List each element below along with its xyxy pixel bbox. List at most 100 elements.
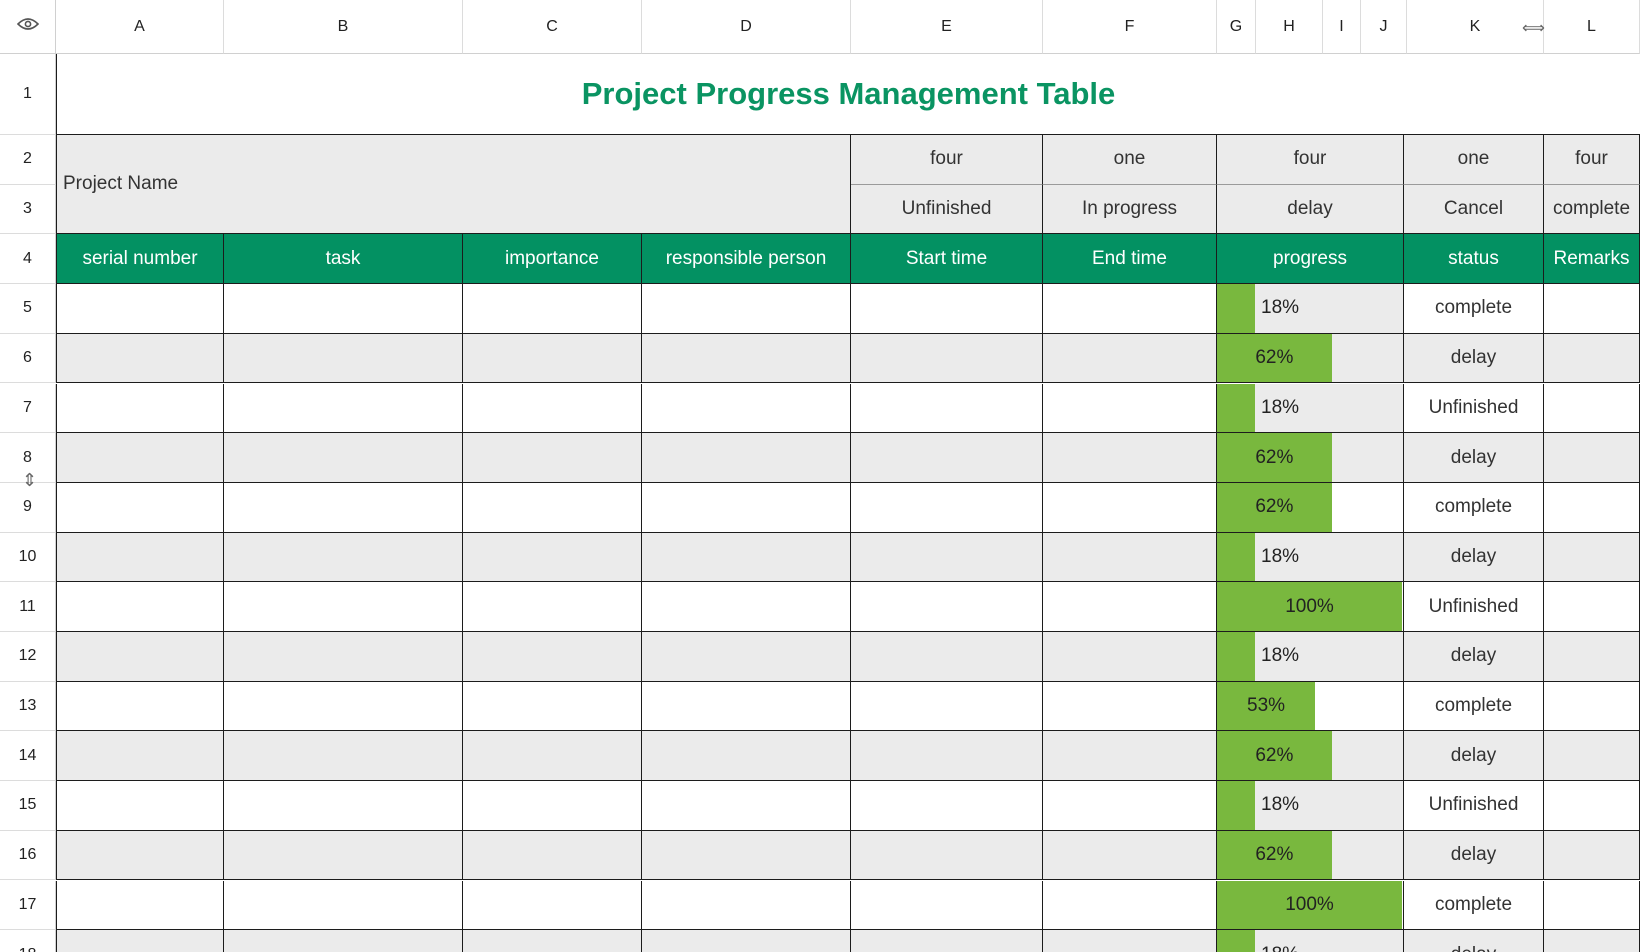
summary-label-cell[interactable]: In progress bbox=[1043, 184, 1217, 235]
status-cell[interactable]: Unfinished bbox=[1404, 383, 1544, 434]
task-cell[interactable] bbox=[224, 482, 463, 533]
serial-number-cell[interactable] bbox=[56, 482, 224, 533]
progress-cell[interactable]: 53% bbox=[1217, 681, 1404, 732]
progress-cell[interactable]: 62% bbox=[1217, 482, 1404, 533]
task-cell[interactable] bbox=[224, 532, 463, 583]
progress-cell[interactable]: 18% bbox=[1217, 383, 1404, 434]
summary-count-cell[interactable]: four bbox=[1544, 135, 1640, 185]
responsible-person-cell[interactable] bbox=[642, 482, 851, 533]
importance-cell[interactable] bbox=[463, 532, 642, 583]
status-cell[interactable]: complete bbox=[1404, 880, 1544, 931]
serial-number-cell[interactable] bbox=[56, 880, 224, 931]
remarks-cell[interactable] bbox=[1544, 532, 1640, 583]
end-time-cell[interactable] bbox=[1043, 930, 1217, 952]
column-title-cell[interactable]: Remarks bbox=[1544, 234, 1640, 285]
end-time-cell[interactable] bbox=[1043, 880, 1217, 931]
end-time-cell[interactable] bbox=[1043, 781, 1217, 831]
remarks-cell[interactable] bbox=[1544, 880, 1640, 931]
summary-count-cell[interactable]: four bbox=[851, 135, 1043, 185]
responsible-person-cell[interactable] bbox=[642, 632, 851, 682]
end-time-cell[interactable] bbox=[1043, 383, 1217, 434]
column-header-d[interactable]: D bbox=[642, 0, 851, 54]
serial-number-cell[interactable] bbox=[56, 681, 224, 732]
row-header-4[interactable]: 4 bbox=[0, 234, 56, 285]
task-cell[interactable] bbox=[224, 781, 463, 831]
status-cell[interactable]: delay bbox=[1404, 930, 1544, 952]
summary-label-cell[interactable]: delay bbox=[1217, 184, 1404, 235]
remarks-cell[interactable] bbox=[1544, 433, 1640, 483]
task-cell[interactable] bbox=[224, 830, 463, 881]
task-cell[interactable] bbox=[224, 930, 463, 952]
importance-cell[interactable] bbox=[463, 731, 642, 782]
end-time-cell[interactable] bbox=[1043, 433, 1217, 483]
task-cell[interactable] bbox=[224, 731, 463, 782]
start-time-cell[interactable] bbox=[851, 482, 1043, 533]
remarks-cell[interactable] bbox=[1544, 731, 1640, 782]
summary-count-cell[interactable]: one bbox=[1043, 135, 1217, 185]
column-header-l[interactable]: L bbox=[1544, 0, 1640, 54]
responsible-person-cell[interactable] bbox=[642, 830, 851, 881]
row-header-7[interactable]: 7 bbox=[0, 383, 56, 434]
status-cell[interactable]: delay bbox=[1404, 333, 1544, 384]
end-time-cell[interactable] bbox=[1043, 532, 1217, 583]
serial-number-cell[interactable] bbox=[56, 582, 224, 632]
column-title-cell[interactable]: Start time bbox=[851, 234, 1043, 285]
status-cell[interactable]: delay bbox=[1404, 731, 1544, 782]
start-time-cell[interactable] bbox=[851, 731, 1043, 782]
start-time-cell[interactable] bbox=[851, 632, 1043, 682]
column-title-cell[interactable]: serial number bbox=[56, 234, 224, 285]
remarks-cell[interactable] bbox=[1544, 681, 1640, 732]
start-time-cell[interactable] bbox=[851, 582, 1043, 632]
remarks-cell[interactable] bbox=[1544, 632, 1640, 682]
start-time-cell[interactable] bbox=[851, 930, 1043, 952]
start-time-cell[interactable] bbox=[851, 681, 1043, 732]
responsible-person-cell[interactable] bbox=[642, 284, 851, 334]
column-header-c[interactable]: C bbox=[463, 0, 642, 54]
start-time-cell[interactable] bbox=[851, 880, 1043, 931]
row-header-12[interactable]: 12 bbox=[0, 632, 56, 682]
status-cell[interactable]: Unfinished bbox=[1404, 582, 1544, 632]
select-all-corner[interactable] bbox=[0, 0, 56, 54]
importance-cell[interactable] bbox=[463, 383, 642, 434]
remarks-cell[interactable] bbox=[1544, 482, 1640, 533]
responsible-person-cell[interactable] bbox=[642, 333, 851, 384]
column-header-h[interactable]: H bbox=[1256, 0, 1323, 54]
status-cell[interactable]: delay bbox=[1404, 632, 1544, 682]
column-header-i[interactable]: I bbox=[1323, 0, 1361, 54]
progress-cell[interactable]: 100% bbox=[1217, 582, 1404, 632]
summary-label-cell[interactable]: complete bbox=[1544, 184, 1640, 235]
task-cell[interactable] bbox=[224, 681, 463, 732]
row-header-2[interactable]: 2 bbox=[0, 135, 56, 185]
importance-cell[interactable] bbox=[463, 781, 642, 831]
serial-number-cell[interactable] bbox=[56, 284, 224, 334]
serial-number-cell[interactable] bbox=[56, 532, 224, 583]
importance-cell[interactable] bbox=[463, 681, 642, 732]
row-header-1[interactable]: 1 bbox=[0, 54, 56, 135]
end-time-cell[interactable] bbox=[1043, 333, 1217, 384]
column-header-e[interactable]: E bbox=[851, 0, 1043, 54]
task-cell[interactable] bbox=[224, 433, 463, 483]
task-cell[interactable] bbox=[224, 333, 463, 384]
responsible-person-cell[interactable] bbox=[642, 383, 851, 434]
row-header-10[interactable]: 10 bbox=[0, 532, 56, 583]
row-header-14[interactable]: 14 bbox=[0, 731, 56, 782]
progress-cell[interactable]: 62% bbox=[1217, 433, 1404, 483]
progress-cell[interactable]: 62% bbox=[1217, 731, 1404, 782]
progress-cell[interactable]: 18% bbox=[1217, 781, 1404, 831]
start-time-cell[interactable] bbox=[851, 830, 1043, 881]
end-time-cell[interactable] bbox=[1043, 482, 1217, 533]
progress-cell[interactable]: 62% bbox=[1217, 333, 1404, 384]
column-resize-icon[interactable]: ⟺ bbox=[1522, 18, 1545, 38]
importance-cell[interactable] bbox=[463, 433, 642, 483]
column-header-g[interactable]: G bbox=[1217, 0, 1256, 54]
column-header-f[interactable]: F bbox=[1043, 0, 1217, 54]
column-title-cell[interactable]: progress bbox=[1217, 234, 1404, 285]
progress-cell[interactable]: 18% bbox=[1217, 930, 1404, 952]
responsible-person-cell[interactable] bbox=[642, 681, 851, 732]
column-title-cell[interactable]: status bbox=[1404, 234, 1544, 285]
summary-count-cell[interactable]: four bbox=[1217, 135, 1404, 185]
importance-cell[interactable] bbox=[463, 482, 642, 533]
row-header-17[interactable]: 17 bbox=[0, 880, 56, 931]
column-header-a[interactable]: A bbox=[56, 0, 224, 54]
column-header-b[interactable]: B bbox=[224, 0, 463, 54]
